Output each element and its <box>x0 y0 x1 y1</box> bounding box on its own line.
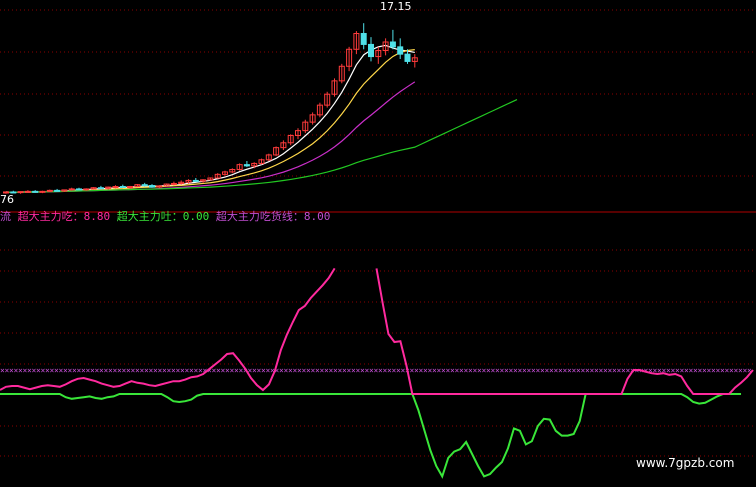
peak-price-label: 17.15 <box>380 0 412 13</box>
candle-body <box>368 43 374 58</box>
candle-body <box>170 182 177 185</box>
legend-tu-value: 0.00 <box>182 210 210 223</box>
chart-grid <box>0 9 756 457</box>
candle-body <box>24 190 31 193</box>
moving-average-lines <box>5 44 518 193</box>
candle-body <box>97 187 104 190</box>
indicator-panel: × × × × × × × × × × × × × × × × × × × × × × × × × × × × × × × × × × × × × × × ×… <box>0 267 754 479</box>
legend-chi-value: 8.80 <box>83 210 111 223</box>
chi-line-series <box>0 267 754 395</box>
candle-body <box>389 41 396 48</box>
left-edge-price-label: 76 <box>0 193 14 206</box>
legend-prefix: 流 <box>0 210 11 223</box>
tu-line <box>0 393 742 479</box>
candle-body <box>112 186 119 188</box>
tu-line-series <box>0 393 742 479</box>
legend-chi-label: 超大主力吃： <box>17 210 84 223</box>
candle-body <box>192 179 199 182</box>
candle-body <box>149 185 155 188</box>
candle-body <box>404 53 411 62</box>
ma-short-line <box>5 44 415 193</box>
candle-body <box>119 186 126 188</box>
candle-body <box>68 188 75 191</box>
stock-chart: × × × × × × × × × × × × × × × × × × × × × × × × × × × × × × × × × × × × × × × ×… <box>0 9 756 479</box>
candle-body <box>76 188 82 191</box>
watermark: www.7gpzb.com <box>636 456 735 470</box>
candle-body <box>32 190 39 193</box>
candle-body <box>141 184 148 187</box>
chi-line <box>375 268 754 395</box>
price-panel <box>3 23 518 194</box>
candle-body <box>243 164 250 167</box>
candle-body <box>397 46 404 55</box>
legend-tu-label: 超大主力吐： <box>116 210 183 223</box>
candlestick-series <box>3 23 418 194</box>
candle-body <box>360 33 367 45</box>
candle-body <box>39 190 46 193</box>
candle-body <box>17 191 24 194</box>
legend-huo-value: 8.00 <box>303 210 331 223</box>
candle-body <box>46 189 53 192</box>
indicator-legend: 流 超大主力吃：8.80 超大主力吐：0.00 超大主力吃货线：8.00 <box>0 211 330 223</box>
legend-huo-label: 超大主力吃货线： <box>215 210 304 223</box>
candle-body <box>127 186 134 188</box>
candle-body <box>54 189 61 192</box>
candle-body <box>83 188 90 191</box>
